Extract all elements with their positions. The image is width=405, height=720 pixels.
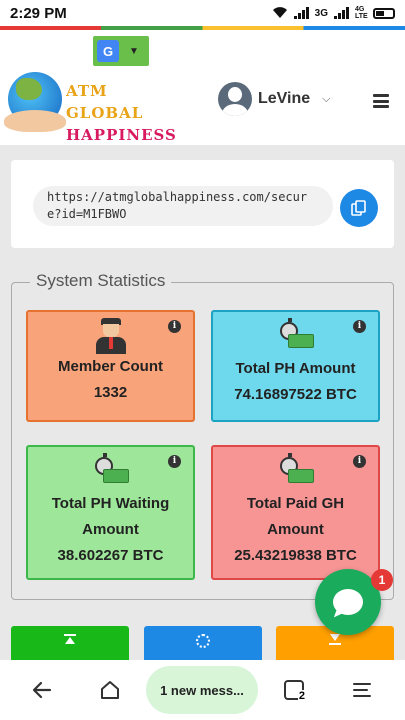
- signal-icon: [293, 7, 309, 19]
- browser-nav-bar: 1 new mess... 2: [0, 660, 405, 720]
- google-translate-icon: G: [97, 40, 119, 62]
- logo-line-1: ATM GLOBAL: [66, 82, 144, 122]
- status-icons: 3G 4G LTE: [272, 6, 395, 20]
- home-icon: [101, 681, 119, 699]
- user-name: LeVine: [258, 90, 311, 107]
- menu-button[interactable]: [346, 674, 378, 706]
- signal-icon-2: [334, 7, 349, 19]
- translate-button[interactable]: G ▼: [93, 36, 149, 66]
- member-count-card: i Member Count 1332: [26, 310, 195, 422]
- upload-button[interactable]: [11, 626, 129, 660]
- tabs-count: 2: [297, 690, 306, 702]
- card-value: 25.43219838 BTC: [234, 547, 357, 564]
- tabs-icon: 2: [284, 680, 306, 702]
- status-bar: 2:29 PM 3G 4G LTE: [0, 0, 405, 26]
- info-icon[interactable]: i: [353, 320, 366, 333]
- menu-lines-icon: [353, 683, 371, 697]
- member-icon: [94, 318, 128, 354]
- card-value: 38.602267 BTC: [57, 547, 164, 564]
- logo[interactable]: ATM GLOBAL HAPPINESS: [4, 72, 183, 144]
- timer-money-icon: [91, 453, 131, 491]
- wifi-icon: [272, 7, 288, 19]
- caret-down-icon: ▼: [129, 45, 139, 57]
- tabs-button[interactable]: 2: [278, 674, 310, 706]
- card-title: Member Count: [58, 358, 163, 375]
- referral-url-field[interactable]: https://atmglobalhappiness.com/secure?id…: [33, 186, 333, 226]
- hamburger-menu-icon[interactable]: [373, 94, 389, 108]
- home-button[interactable]: [94, 674, 126, 706]
- refresh-button[interactable]: [144, 626, 262, 660]
- card-value: 74.16897522 BTC: [234, 386, 357, 403]
- timer-money-icon: [276, 318, 316, 356]
- copy-button[interactable]: [340, 189, 378, 227]
- chat-bubble-icon: [333, 589, 363, 615]
- card-title: Total PH Waiting Amount: [51, 495, 170, 538]
- battery-icon: [373, 7, 395, 19]
- info-icon[interactable]: i: [168, 455, 181, 468]
- card-title: Total Paid GH Amount: [246, 495, 345, 538]
- network-type-2: 4G LTE: [355, 6, 368, 20]
- network-type: 3G: [314, 7, 328, 19]
- card-value: 1332: [93, 384, 128, 401]
- timer-money-icon: [276, 453, 316, 491]
- info-icon[interactable]: i: [168, 320, 181, 333]
- copy-icon: [351, 200, 366, 216]
- system-statistics: System Statistics i Member Count 1332 i …: [11, 271, 394, 600]
- referral-card: https://atmglobalhappiness.com/secure?id…: [11, 160, 394, 248]
- total-ph-waiting-card: i Total PH Waiting Amount 38.602267 BTC: [26, 445, 195, 580]
- back-arrow-icon: [32, 681, 52, 699]
- logo-text: ATM GLOBAL HAPPINESS: [66, 80, 183, 146]
- back-button[interactable]: [26, 674, 58, 706]
- upload-icon: [64, 634, 76, 646]
- info-icon[interactable]: i: [353, 455, 366, 468]
- avatar: [218, 82, 252, 116]
- download-icon: [329, 634, 341, 646]
- header: G ▼ ATM GLOBAL HAPPINESS LeVine ⌵: [0, 30, 405, 145]
- logo-line-2: HAPPINESS: [66, 126, 177, 144]
- section-title: System Statistics: [30, 271, 172, 291]
- spinner-icon: [196, 634, 210, 648]
- total-paid-gh-card: i Total Paid GH Amount 25.43219838 BTC: [211, 445, 380, 580]
- user-menu[interactable]: LeVine ⌵: [218, 82, 331, 116]
- chevron-down-icon: ⌵: [322, 92, 331, 105]
- chat-unread-badge: 1: [371, 569, 393, 591]
- card-title: Total PH Amount: [235, 360, 356, 377]
- status-time: 2:29 PM: [10, 4, 67, 22]
- hands-icon: [4, 110, 66, 132]
- total-ph-amount-card: i Total PH Amount 74.16897522 BTC: [211, 310, 380, 422]
- new-message-button[interactable]: 1 new mess...: [146, 666, 258, 714]
